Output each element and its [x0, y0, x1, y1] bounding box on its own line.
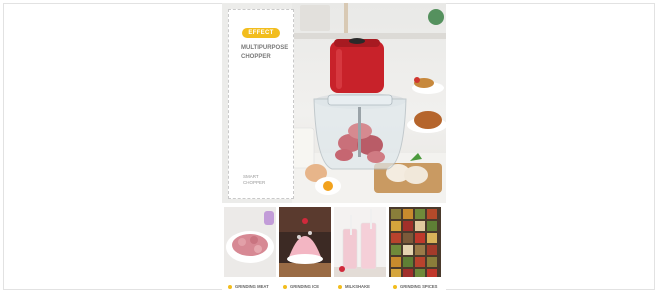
thumbnail-label-text: GRINDING SPICES	[400, 284, 438, 289]
thumbnail-label: GRINDING SPICES	[389, 283, 441, 291]
minced-meat-image	[224, 207, 276, 277]
bullet-dot-icon	[338, 284, 342, 289]
hero-title-line1: MULTIPURPOSE	[241, 45, 289, 51]
thumbnail-grinding-spices: GRINDING SPICES	[389, 207, 441, 291]
usage-thumbnails: GRINDING MEAT GRINDING ICE MILKSHAKE GRI…	[224, 207, 444, 291]
bullet-dot-icon	[393, 284, 397, 289]
thumbnail-label: GRINDING ICE	[279, 283, 331, 291]
thumbnail-label-text: GRINDING ICE	[290, 284, 320, 289]
bullet-dot-icon	[283, 284, 287, 289]
thumbnail-label: GRINDING MEAT	[224, 283, 276, 291]
shaved-ice-image	[279, 207, 331, 277]
thumbnail-label: MILKSHAKE	[334, 283, 386, 291]
hero-title-line2: CHOPPER	[241, 54, 271, 60]
thumbnail-milkshake: MILKSHAKE	[334, 207, 386, 291]
chopper-product-image	[292, 3, 446, 203]
hero-subtitle: SMART CHOPPER	[243, 174, 293, 186]
thumbnail-label-text: GRINDING MEAT	[235, 284, 269, 289]
hero-subtitle-line2: CHOPPER	[243, 180, 266, 185]
hero-section: EFFECT MULTIPURPOSE CHOPPER SMART CHOPPE…	[222, 3, 446, 203]
effect-badge: EFFECT	[242, 28, 280, 38]
thumbnail-grinding-ice: GRINDING ICE	[279, 207, 331, 291]
hero-text-panel: EFFECT MULTIPURPOSE CHOPPER SMART CHOPPE…	[228, 9, 294, 199]
product-poster: EFFECT MULTIPURPOSE CHOPPER SMART CHOPPE…	[222, 3, 446, 291]
thumbnail-label-text: MILKSHAKE	[345, 284, 370, 289]
milkshake-image	[334, 207, 386, 277]
thumbnail-grinding-meat: GRINDING MEAT	[224, 207, 276, 291]
hero-title: MULTIPURPOSE CHOPPER	[241, 44, 301, 62]
bullet-dot-icon	[228, 284, 232, 289]
spices-image	[389, 207, 441, 277]
